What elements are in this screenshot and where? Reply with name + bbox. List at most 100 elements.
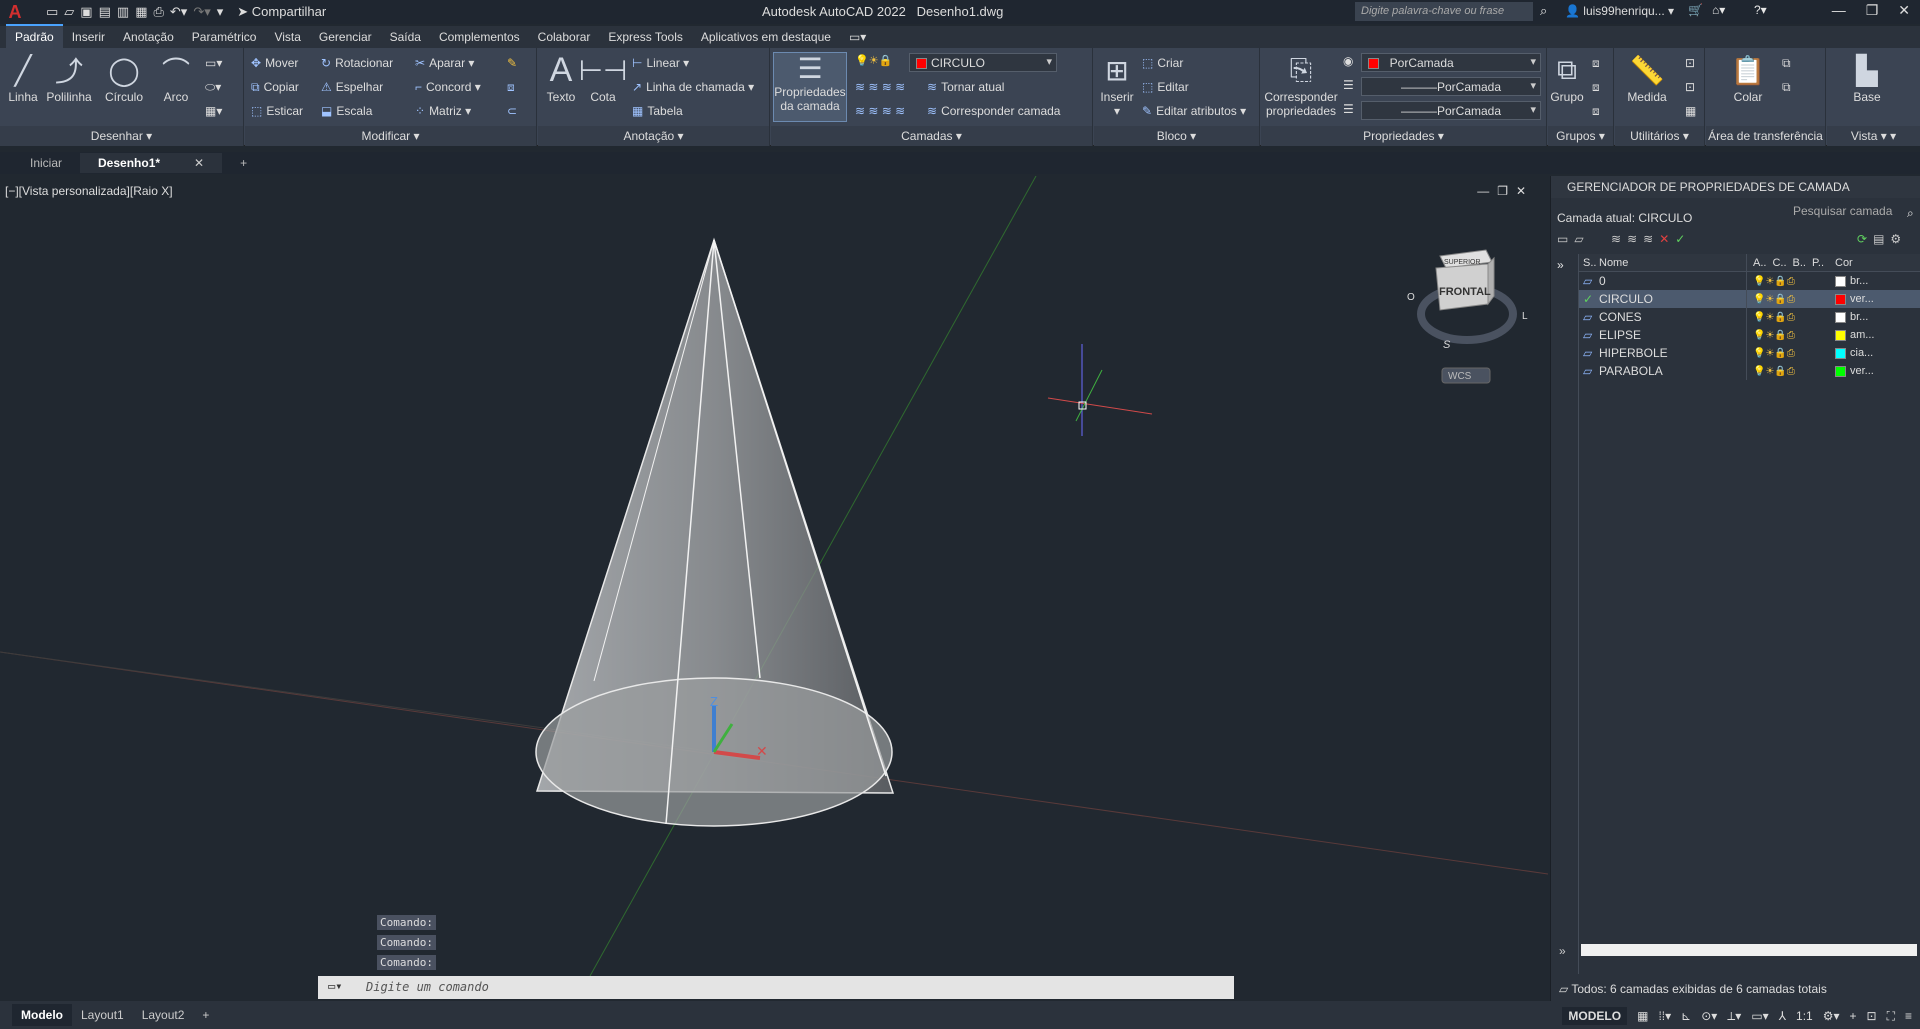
model-space-canvas[interactable]: Z ✕ SUPERIOR FRONTAL O L S WCS — [0, 176, 1548, 997]
layer-color[interactable]: ver... — [1835, 365, 1895, 377]
save-as-icon[interactable]: ▤ — [99, 4, 111, 20]
explode-button[interactable]: ⧈ — [507, 80, 519, 95]
layer-color[interactable]: cia... — [1835, 347, 1895, 359]
stretch-button[interactable]: ⬚ Esticar — [251, 104, 303, 118]
layer-color[interactable]: am... — [1835, 329, 1895, 341]
app-logo[interactable]: A — [4, 2, 26, 23]
help-icon[interactable]: ?▾ — [1754, 3, 1767, 17]
layer-search-icon[interactable]: ⌕ — [1907, 206, 1914, 221]
layer-row[interactable]: ✓ CIRCULO 💡☀🔒⎙ ver... — [1579, 290, 1920, 308]
autodesk-app-icon[interactable]: ⌂▾ — [1712, 3, 1725, 17]
tab-drawing[interactable]: Desenho1* ✕ — [80, 153, 223, 173]
utilities-panel-title[interactable]: Utilitários ▾ — [1615, 126, 1704, 146]
tab-layout1[interactable]: Layout1 — [72, 1004, 133, 1026]
help-search-input[interactable]: Digite palavra-chave ou frase — [1355, 2, 1533, 21]
fullscreen-icon[interactable]: ⛶ — [1887, 1009, 1895, 1024]
linetype-dropdown[interactable]: ———PorCamada — [1361, 77, 1541, 96]
polyline-button[interactable]: ⤴ Polilinha — [44, 52, 94, 104]
command-input[interactable]: ▭▾ Digite um comando — [318, 976, 1234, 999]
linear-button[interactable]: ⊢ Linear ▾ — [632, 56, 689, 70]
calculator-icon[interactable]: ▦ — [1685, 104, 1696, 118]
ortho-icon[interactable]: ⊾ — [1681, 1009, 1691, 1023]
mirror-button[interactable]: ⚠ Espelhar — [321, 80, 383, 94]
layer-row[interactable]: ▱ HIPERBOLE 💡☀🔒⎙ cia... — [1579, 344, 1920, 362]
close-icon[interactable]: ✕ — [1898, 2, 1910, 19]
properties-panel-title[interactable]: Propriedades ▾ — [1261, 126, 1546, 146]
set-current-layer-icon[interactable]: ✓ — [1675, 232, 1691, 246]
array-button[interactable]: ⁘ Matriz ▾ — [415, 104, 471, 118]
layer-state-icons[interactable]: 💡☀🔒⎙ — [1747, 366, 1835, 377]
create-block-button[interactable]: ⬚ Criar — [1142, 56, 1183, 70]
add-icon[interactable]: + — [1850, 1009, 1857, 1023]
refresh-icon[interactable]: ⟳ — [1857, 232, 1873, 246]
group-select-icon[interactable]: ⧈ — [1592, 104, 1600, 119]
layer-search-input[interactable]: Pesquisar camada — [1793, 204, 1913, 223]
quick-select-icon[interactable]: ⊡ — [1685, 56, 1695, 70]
layer-row[interactable]: ▱ ELIPSE 💡☀🔒⎙ am... — [1579, 326, 1920, 344]
tab-padrao[interactable]: Padrão — [6, 24, 63, 48]
annotation-scale[interactable]: 1:1 — [1796, 1009, 1813, 1023]
publish-icon[interactable]: ▦ — [135, 4, 147, 20]
ribbon-display-toggle[interactable]: ▭▾ — [840, 26, 875, 48]
view-panel-title[interactable]: Vista ▾ ▾ — [1827, 126, 1920, 146]
fillet-button[interactable]: ⌐ Concord ▾ — [415, 80, 481, 94]
layer-row[interactable]: ▱ CONES 💡☀🔒⎙ br... — [1579, 308, 1920, 326]
col-name[interactable]: Nome — [1597, 254, 1747, 271]
copy-button[interactable]: ⧉ Copiar — [251, 80, 299, 95]
groups-panel-title[interactable]: Grupos ▾ — [1548, 126, 1613, 146]
restore-icon[interactable]: ❐ — [1866, 2, 1879, 19]
grid-icon-status[interactable]: ▦ — [1637, 1009, 1648, 1023]
layer-state-icons[interactable]: 💡☀🔒⎙ — [1747, 294, 1835, 305]
expand-tree-icon[interactable]: » — [1551, 254, 1578, 276]
web-save-icon[interactable]: ▥ — [117, 4, 129, 20]
col-status[interactable]: S.. — [1579, 257, 1597, 269]
select-all-icon[interactable]: ⊡ — [1685, 80, 1695, 94]
tab-layout2[interactable]: Layout2 — [133, 1004, 194, 1026]
layers-panel-title[interactable]: Camadas ▾ — [771, 126, 1092, 146]
customize-qat-icon[interactable]: ▾ — [217, 4, 224, 20]
table-button[interactable]: ▦ Tabela — [632, 104, 683, 118]
layer-toolbar[interactable]: ≋≋≋✕✓ — [1611, 232, 1691, 246]
move-button[interactable]: ✥ Mover — [251, 56, 298, 70]
isodraft-icon[interactable]: ⟂▾ — [1727, 1009, 1741, 1024]
minimize-icon[interactable]: — — [1832, 2, 1846, 19]
table-draw-button[interactable]: ▦▾ — [205, 104, 222, 118]
edit-attributes-button[interactable]: ✎ Editar atributos ▾ — [1142, 104, 1246, 118]
group-edit-icon[interactable]: ⧈ — [1592, 80, 1600, 95]
layer-tools-row1[interactable]: ≋ ≋ ≋ ≋ — [855, 80, 905, 94]
tab-aplicativos[interactable]: Aplicativos em destaque — [692, 26, 840, 48]
offset-button[interactable]: ⊂ — [507, 104, 521, 118]
color-dropdown[interactable]: PorCamada — [1361, 53, 1541, 72]
copy-clip-icon[interactable]: ⧉ — [1782, 56, 1791, 71]
layer-properties-button[interactable]: ☰ Propriedades da camada — [773, 52, 847, 122]
model-space-toggle[interactable]: MODELO — [1562, 1007, 1628, 1025]
col-freeze[interactable]: C.. — [1772, 257, 1786, 269]
layer-state-icons[interactable]: 💡☀🔒⎙ — [1747, 276, 1835, 287]
layer-tools-row2[interactable]: ≋ ≋ ≋ ≋ — [855, 104, 905, 118]
customize-menu-icon[interactable]: ≡ — [1905, 1009, 1912, 1023]
rectangle-button[interactable]: ▭▾ — [205, 56, 222, 70]
tab-express-tools[interactable]: Express Tools — [599, 26, 691, 48]
tab-complementos[interactable]: Complementos — [430, 26, 529, 48]
redo-icon[interactable]: ↷▾ — [193, 4, 210, 20]
dimension-button[interactable]: ⊢⊣ Cota — [579, 52, 628, 105]
modify-panel-title[interactable]: Modificar ▾ — [245, 126, 536, 146]
group-button[interactable]: ⧉ Grupo — [1548, 52, 1586, 105]
open-folder-icon[interactable]: ▱ — [64, 4, 74, 20]
match-layer-button[interactable]: ≋ Corresponder camada — [927, 104, 1060, 118]
folder-icon[interactable]: ▱ — [1574, 232, 1589, 246]
block-panel-title[interactable]: Bloco ▾ — [1094, 126, 1259, 146]
col-on[interactable]: A.. — [1753, 257, 1766, 269]
cut-clip-icon[interactable]: ⧉ — [1782, 80, 1791, 95]
layer-state-icons[interactable]: 💡☀🔒⎙ — [1747, 348, 1835, 359]
osnap-icon[interactable]: ▭▾ — [1751, 1009, 1768, 1023]
ungroup-icon[interactable]: ⧈ — [1592, 56, 1600, 71]
insert-block-button[interactable]: ⊞ Inserir ▾ — [1096, 52, 1138, 119]
polar-icon[interactable]: ⊙▾ — [1701, 1009, 1717, 1023]
arc-button[interactable]: ⌒ Arco — [156, 52, 196, 104]
tab-anotacao[interactable]: Anotação — [114, 26, 183, 48]
delete-layer-icon[interactable]: ≋ — [1643, 232, 1659, 246]
layer-state-icons[interactable]: 💡☀🔒⎙ — [1747, 330, 1835, 341]
hatch-button[interactable]: ⬭▾ — [205, 80, 221, 95]
tab-inserir[interactable]: Inserir — [63, 26, 114, 48]
